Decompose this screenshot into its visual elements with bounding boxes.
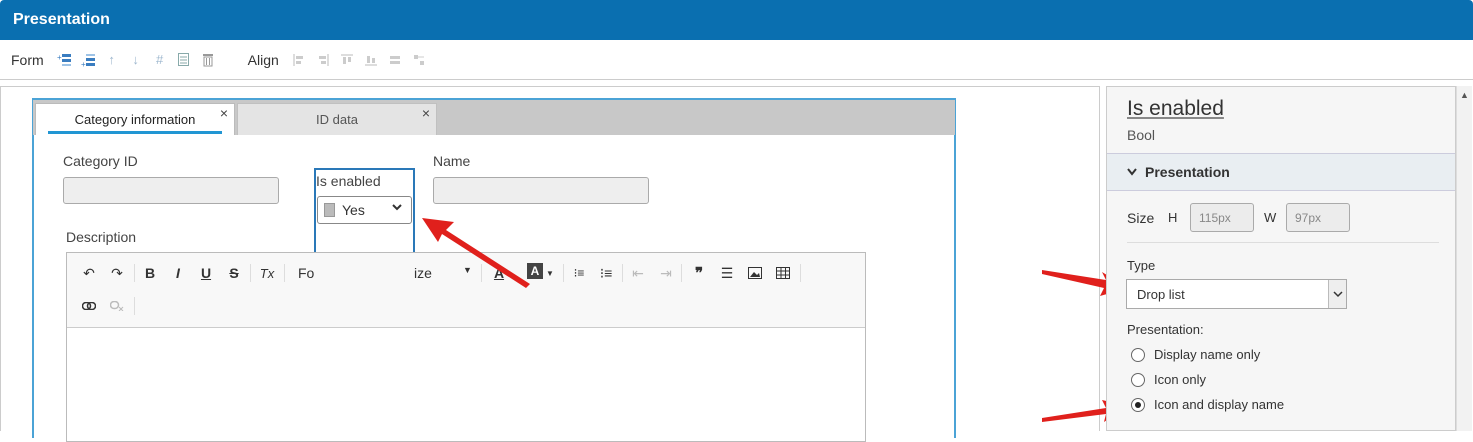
size-dropdown[interactable]: ize: [414, 265, 432, 281]
blockquote-icon[interactable]: ❞: [689, 263, 709, 283]
grid-icon[interactable]: #: [153, 52, 167, 67]
divider: [1127, 242, 1439, 243]
is-enabled-label: Is enabled: [316, 173, 381, 189]
radio-label: Icon only: [1154, 372, 1207, 387]
numbered-list-icon[interactable]: ⁝≡: [569, 263, 589, 283]
move-up-icon[interactable]: ↑: [105, 52, 119, 67]
panel-scrollbar[interactable]: ▲: [1456, 86, 1472, 431]
move-down-icon[interactable]: ↓: [129, 52, 143, 67]
radio-button[interactable]: [1131, 347, 1145, 362]
tab-label: Category information: [74, 112, 196, 127]
category-id-label: Category ID: [63, 153, 138, 169]
description-label: Description: [66, 229, 137, 245]
editor-toolbar: ↶ ↷ B I U S Tx Fo ize ▼ A A ▼ ⁝≡ ⁝≡ ⇤ ⇥ …: [67, 253, 865, 328]
field-title: Is enabled: [1127, 97, 1224, 120]
close-icon[interactable]: ×: [220, 105, 228, 121]
section-title: Presentation: [1145, 164, 1230, 180]
radio-button-selected[interactable]: [1131, 397, 1145, 412]
caret-down-icon: ▼: [463, 265, 472, 275]
unlink-icon[interactable]: [107, 296, 127, 316]
align-left-icon[interactable]: [292, 53, 306, 67]
svg-text:+: +: [81, 60, 86, 67]
chevron-down-icon: [391, 200, 403, 216]
width-input[interactable]: 97px: [1286, 203, 1350, 232]
document-icon[interactable]: [177, 53, 191, 67]
field-type: Bool: [1127, 127, 1156, 143]
radio-display-name-only[interactable]: Display name only: [1131, 347, 1260, 362]
height-input[interactable]: 115px: [1190, 203, 1254, 232]
height-label: H: [1168, 210, 1178, 225]
distribute-horizontal-icon[interactable]: [388, 53, 402, 67]
redo-icon[interactable]: ↷: [107, 263, 127, 283]
name-label: Name: [433, 153, 471, 169]
link-icon[interactable]: [79, 296, 99, 316]
close-icon[interactable]: ×: [422, 105, 430, 121]
align-group-label: Align: [247, 51, 279, 68]
chevron-down-icon: [1127, 165, 1137, 179]
add-row-below-icon[interactable]: +: [81, 53, 95, 67]
underline-button[interactable]: U: [196, 263, 216, 283]
is-enabled-value: Yes: [342, 202, 365, 218]
image-icon[interactable]: [745, 263, 765, 283]
tab-id-data[interactable]: ID data ×: [237, 103, 437, 135]
background-color-button[interactable]: A: [527, 263, 543, 279]
align-top-icon[interactable]: [340, 53, 354, 67]
radio-label: Icon and display name: [1154, 397, 1285, 412]
designer-toolbar: Form + + ↑ ↓ # Align: [0, 40, 1473, 80]
radio-button[interactable]: [1131, 372, 1145, 387]
align-right-icon[interactable]: [316, 53, 330, 67]
align-bottom-icon[interactable]: [364, 53, 378, 67]
size-label: Size: [1127, 210, 1155, 226]
text-color-button[interactable]: A: [489, 263, 509, 283]
radio-icon-only[interactable]: Icon only: [1131, 372, 1206, 387]
horizontal-rule-icon[interactable]: ☰: [717, 263, 737, 283]
tab-category-information[interactable]: Category information ×: [35, 103, 235, 135]
scroll-up-icon[interactable]: ▲: [1460, 90, 1469, 100]
chevron-down-icon: [1328, 280, 1346, 308]
type-value: Drop list: [1137, 286, 1185, 302]
trash-icon[interactable]: [201, 53, 215, 67]
form-group-label: Form: [11, 51, 44, 68]
bullet-list-icon[interactable]: ⁝≡: [596, 263, 616, 283]
window-title: Presentation: [0, 0, 1473, 40]
presentation-section-header[interactable]: Presentation: [1107, 153, 1455, 191]
radio-icon-and-display-name[interactable]: Icon and display name: [1131, 397, 1284, 412]
distribute-vertical-icon[interactable]: [412, 53, 426, 67]
strikethrough-button[interactable]: S: [224, 263, 244, 283]
radio-label: Display name only: [1154, 347, 1261, 362]
caret-down-icon: ▼: [546, 269, 554, 278]
undo-icon[interactable]: ↶: [79, 263, 99, 283]
name-input[interactable]: [433, 177, 649, 204]
tab-label: ID data: [316, 112, 358, 127]
document-icon: [324, 203, 335, 217]
category-id-input[interactable]: [63, 177, 279, 204]
type-select[interactable]: Drop list: [1126, 279, 1347, 309]
outdent-icon[interactable]: ⇤: [628, 263, 648, 283]
font-dropdown[interactable]: Fo: [298, 265, 314, 281]
presentation-label: Presentation:: [1127, 322, 1204, 337]
description-editor[interactable]: ↶ ↷ B I U S Tx Fo ize ▼ A A ▼ ⁝≡ ⁝≡ ⇤ ⇥ …: [66, 252, 866, 442]
bold-button[interactable]: B: [140, 263, 160, 283]
is-enabled-dropdown[interactable]: Yes: [317, 196, 412, 224]
italic-button[interactable]: I: [168, 263, 188, 283]
indent-icon[interactable]: ⇥: [656, 263, 676, 283]
table-icon[interactable]: [773, 263, 793, 283]
clear-format-button[interactable]: Tx: [257, 263, 277, 283]
add-row-above-icon[interactable]: +: [57, 53, 71, 67]
active-tab-indicator: [48, 131, 222, 134]
svg-text:+: +: [57, 53, 62, 62]
type-label: Type: [1127, 258, 1156, 273]
width-label: W: [1264, 210, 1277, 225]
